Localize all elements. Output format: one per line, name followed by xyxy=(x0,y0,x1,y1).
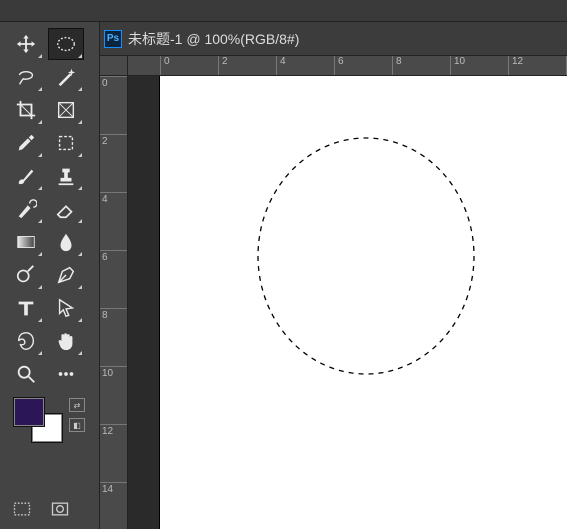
blur-tool[interactable] xyxy=(48,226,84,258)
h-tick: 0 xyxy=(160,56,170,75)
quickmask-icon xyxy=(50,499,70,519)
eyedropper-tool[interactable] xyxy=(8,127,44,159)
magic-wand-tool[interactable] xyxy=(48,61,84,93)
patch-icon xyxy=(55,132,77,154)
v-tick: 8 xyxy=(100,308,127,321)
marching-ants-icon xyxy=(256,136,476,376)
arrow-icon xyxy=(55,297,77,319)
horizontal-ruler[interactable]: 0 2 4 6 8 10 12 14 xyxy=(128,56,567,76)
eraser-tool[interactable] xyxy=(48,193,84,225)
move-tool[interactable] xyxy=(8,28,44,60)
crop-icon xyxy=(15,99,37,121)
app-topbar xyxy=(0,0,567,22)
h-tick: 10 xyxy=(450,56,465,75)
toolbox: ⇄ ◧ xyxy=(0,22,100,529)
pen-icon xyxy=(55,264,77,286)
pen-tool[interactable] xyxy=(48,259,84,291)
move-icon xyxy=(15,33,37,55)
ellipse-marquee-tool[interactable] xyxy=(48,28,84,60)
ellipse-marquee-icon xyxy=(55,33,77,55)
document-title[interactable]: 未标题-1 @ 100%(RGB/8#) xyxy=(128,29,299,49)
h-tick: 6 xyxy=(334,56,344,75)
document-area: Ps 未标题-1 @ 100%(RGB/8#) 0 2 4 6 8 10 12 … xyxy=(100,22,567,529)
v-tick: 0 xyxy=(100,76,127,89)
history-brush-tool[interactable] xyxy=(8,193,44,225)
dodge-icon xyxy=(15,264,37,286)
ellipse-selection xyxy=(256,136,476,376)
v-tick: 14 xyxy=(100,482,127,495)
patch-tool[interactable] xyxy=(48,127,84,159)
stamp-icon xyxy=(55,165,77,187)
type-tool[interactable] xyxy=(8,292,44,324)
h-tick: 2 xyxy=(218,56,228,75)
slice-tool[interactable] xyxy=(48,94,84,126)
brush-tool[interactable] xyxy=(8,160,44,192)
h-tick: 12 xyxy=(508,56,523,75)
more-tools[interactable] xyxy=(48,358,84,390)
workspace: 0 2 4 6 8 10 12 14 0 2 4 6 8 10 12 14 xyxy=(100,56,567,529)
eraser-icon xyxy=(55,198,77,220)
gradient-tool[interactable] xyxy=(8,226,44,258)
v-tick: 4 xyxy=(100,192,127,205)
hand-icon xyxy=(55,330,77,352)
zoom-icon xyxy=(15,363,37,385)
quickmask-mode-button[interactable] xyxy=(46,497,74,521)
swap-colors-button[interactable]: ⇄ xyxy=(69,398,85,412)
foreground-color-swatch[interactable] xyxy=(14,398,44,426)
gradient-icon xyxy=(15,231,37,253)
standard-mode-button[interactable] xyxy=(8,497,36,521)
canvas[interactable] xyxy=(128,76,567,529)
standard-mode-icon xyxy=(12,499,32,519)
shape-tool[interactable] xyxy=(8,325,44,357)
ruler-origin[interactable] xyxy=(100,56,128,76)
ellipsis-icon xyxy=(55,363,77,385)
brush-icon xyxy=(15,165,37,187)
blur-icon xyxy=(55,231,77,253)
v-tick: 6 xyxy=(100,250,127,263)
lasso-tool[interactable] xyxy=(8,61,44,93)
color-swatches: ⇄ ◧ xyxy=(8,398,87,450)
dodge-tool[interactable] xyxy=(8,259,44,291)
hand-tool[interactable] xyxy=(48,325,84,357)
h-tick: 8 xyxy=(392,56,402,75)
v-tick: 10 xyxy=(100,366,127,379)
photoshop-badge-icon: Ps xyxy=(104,30,122,48)
shape-icon xyxy=(15,330,37,352)
vertical-ruler[interactable]: 0 2 4 6 8 10 12 14 xyxy=(100,76,128,529)
document-page[interactable] xyxy=(160,76,567,529)
type-icon xyxy=(15,297,37,319)
zoom-tool[interactable] xyxy=(8,358,44,390)
history-brush-icon xyxy=(15,198,37,220)
eyedropper-icon xyxy=(15,132,37,154)
wand-icon xyxy=(55,66,77,88)
default-colors-button[interactable]: ◧ xyxy=(69,418,85,432)
document-tabbar: Ps 未标题-1 @ 100%(RGB/8#) xyxy=(100,22,567,56)
v-tick: 12 xyxy=(100,424,127,437)
crop-tool[interactable] xyxy=(8,94,44,126)
h-tick: 4 xyxy=(276,56,286,75)
clone-stamp-tool[interactable] xyxy=(48,160,84,192)
slice-icon xyxy=(55,99,77,121)
lasso-icon xyxy=(15,66,37,88)
v-tick: 2 xyxy=(100,134,127,147)
path-selection-tool[interactable] xyxy=(48,292,84,324)
